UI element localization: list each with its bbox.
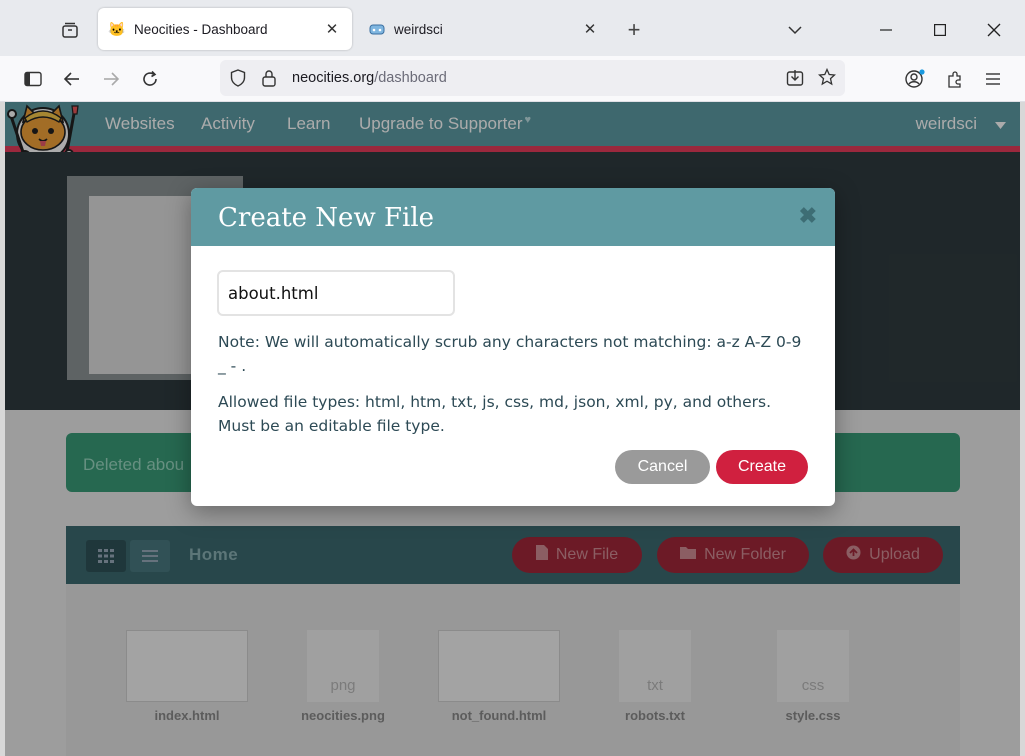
tab-manager-icon[interactable]	[56, 16, 84, 44]
allowed-types-note: Allowed file types: html, htm, txt, js, …	[218, 393, 772, 435]
tab-title: Neocities - Dashboard	[134, 21, 268, 37]
lock-icon[interactable]	[262, 69, 276, 92]
save-to-pocket-icon[interactable]	[786, 69, 804, 92]
url-bar[interactable]: neocities.org/dashboard	[220, 60, 845, 96]
url-host: neocities.org	[292, 70, 375, 86]
back-arrow-icon[interactable]	[57, 64, 87, 94]
cat-icon: 🐱	[108, 20, 126, 37]
extensions-icon[interactable]	[940, 64, 970, 94]
window-close-icon[interactable]	[980, 16, 1008, 44]
tab-title: weirdsci	[394, 21, 443, 37]
create-button[interactable]: Create	[716, 450, 808, 484]
modal-header: Create New File ✖	[191, 188, 835, 246]
forward-arrow-icon[interactable]	[96, 64, 126, 94]
account-icon[interactable]	[900, 64, 930, 94]
chevron-down-icon[interactable]	[781, 16, 809, 44]
new-tab-icon[interactable]: +	[620, 16, 648, 44]
create-file-modal: Create New File ✖ Note: We will automati…	[191, 188, 835, 506]
tab-neocities-dashboard[interactable]: 🐱 Neocities - Dashboard ✕	[98, 8, 352, 50]
navigation-toolbar: neocities.org/dashboard	[0, 56, 1025, 102]
star-bookmark-icon[interactable]	[817, 67, 837, 91]
minimize-icon[interactable]	[872, 16, 900, 44]
tab-weirdsci[interactable]: weirdsci ✕	[358, 8, 610, 50]
cancel-button[interactable]: Cancel	[615, 450, 710, 484]
filename-input[interactable]	[217, 270, 455, 316]
tab-strip: 🐱 Neocities - Dashboard ✕ weirdsci ✕ +	[0, 0, 1025, 56]
close-icon[interactable]: ✖	[799, 205, 817, 227]
close-icon[interactable]: ✕	[320, 17, 344, 41]
cloud-icon	[368, 20, 386, 38]
shield-icon[interactable]	[230, 69, 246, 92]
sidebar-icon[interactable]	[18, 64, 48, 94]
reload-icon[interactable]	[135, 64, 165, 94]
filename-note: Note: We will automatically scrub any ch…	[218, 333, 802, 375]
maximize-icon[interactable]	[926, 16, 954, 44]
url-path: /dashboard	[374, 70, 447, 86]
menu-icon[interactable]	[978, 64, 1008, 94]
url-text[interactable]: neocities.org/dashboard	[292, 70, 447, 86]
modal-title: Create New File	[218, 203, 435, 233]
close-icon[interactable]: ✕	[578, 17, 602, 41]
